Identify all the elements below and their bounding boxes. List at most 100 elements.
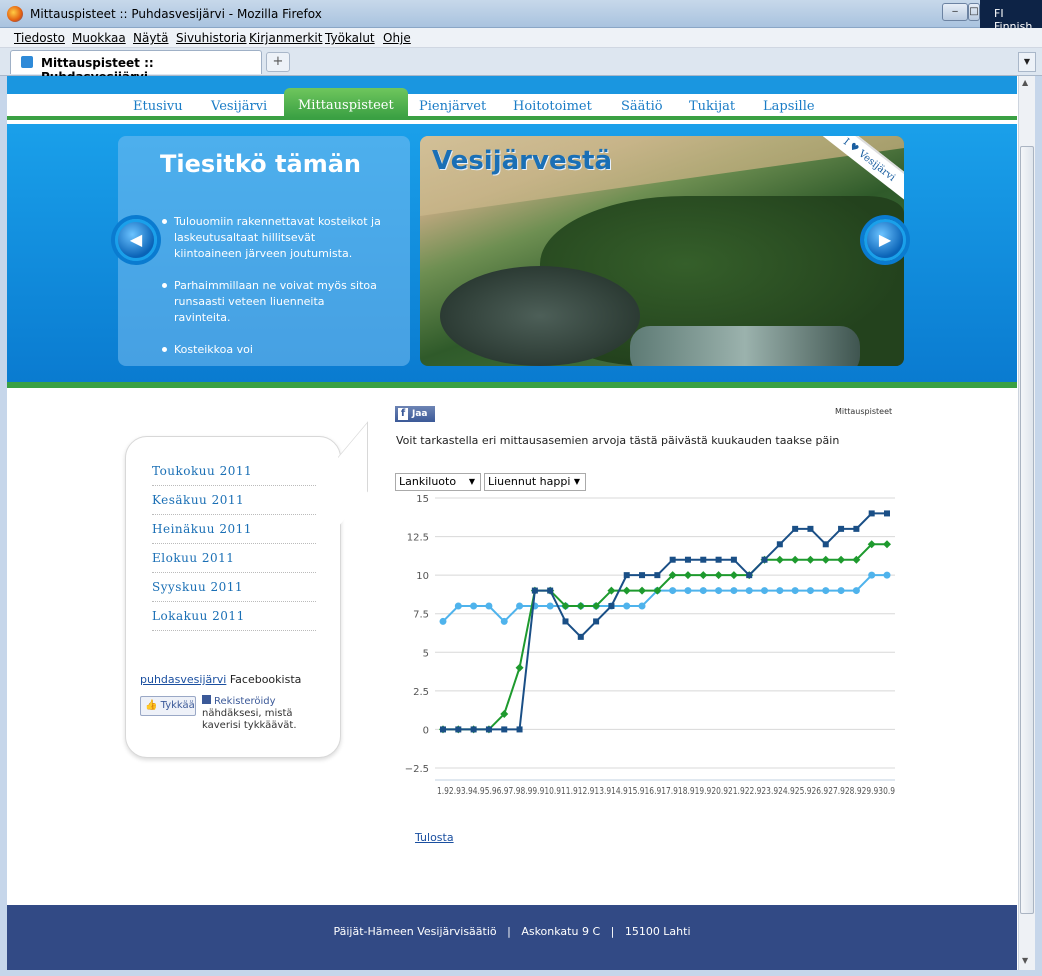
data-point (593, 618, 600, 625)
data-point (791, 587, 799, 595)
did-you-know-title: Tiesitkö tämän (160, 150, 361, 178)
like-button-label: Tykkää (160, 700, 195, 711)
data-point (516, 726, 523, 733)
data-point (730, 587, 738, 595)
next-slide-button[interactable]: ▶ (864, 219, 906, 261)
data-point (884, 510, 890, 517)
y-tick-label: 0 (423, 725, 429, 736)
chevron-down-icon: ▼ (468, 477, 475, 486)
data-point (806, 555, 815, 564)
facebook-page-link[interactable]: puhdasvesijärvi (140, 673, 226, 686)
data-point (683, 571, 692, 580)
previous-slide-button[interactable]: ◀ (115, 219, 157, 261)
vertical-scrollbar[interactable]: ▲ ▼ (1018, 76, 1035, 970)
did-you-know-list: Tulouomiin rakennettavat kosteikot ja la… (162, 214, 384, 366)
menu-muokkaa[interactable]: Muokkaa (72, 31, 126, 45)
month-link-toukokuu[interactable]: Toukokuu 2011 (152, 457, 316, 486)
footer-text: Päijät-Hämeen Vesijärvisäätiö | Askonkat… (333, 925, 691, 938)
data-point (868, 571, 876, 579)
data-point (638, 602, 646, 610)
tab-mittauspisteet[interactable]: Mittauspisteet :: Puhdasvesijärvi (10, 50, 262, 84)
window-frame-left (0, 76, 7, 970)
data-point (868, 510, 875, 517)
month-link-heinakuu[interactable]: Heinäkuu 2011 (152, 515, 316, 544)
y-tick-label: 12.5 (407, 533, 429, 544)
nav-hoitotoimet[interactable]: Hoitotoimet (513, 99, 592, 114)
data-point (638, 586, 647, 595)
language-indicator[interactable]: FI Finnish (980, 0, 1042, 33)
data-point (485, 602, 493, 610)
menubar: Tiedosto Muokkaa Näytä Sivuhistoria Kirj… (0, 28, 1042, 48)
data-point (822, 587, 830, 595)
menu-kirjanmerkit[interactable]: Kirjanmerkit (249, 31, 322, 45)
scroll-down-arrow-icon[interactable]: ▼ (1022, 956, 1028, 965)
month-link-syyskuu[interactable]: Syyskuu 2011 (152, 573, 316, 602)
window-frame-right (1035, 76, 1042, 976)
data-point (700, 556, 707, 563)
site-footer: Päijät-Hämeen Vesijärvisäätiö | Askonkat… (7, 905, 1017, 970)
register-link[interactable]: Rekisteröidy (214, 696, 276, 707)
like-button[interactable]: 👍 Tykkää (140, 696, 196, 716)
data-point (455, 726, 462, 733)
nav-pienjarvet[interactable]: Pienjärvet (419, 99, 486, 114)
month-link-kesakuu[interactable]: Kesäkuu 2011 (152, 486, 316, 515)
facebook-share-button[interactable]: f Jaa (395, 406, 435, 422)
month-link-elokuu[interactable]: Elokuu 2011 (152, 544, 316, 573)
data-point (883, 571, 891, 579)
tab-list-dropdown-button[interactable]: ▼ (1018, 52, 1036, 72)
data-point (684, 587, 692, 595)
nav-lapsille[interactable]: Lapsille (763, 99, 815, 114)
new-tab-button[interactable]: + (266, 52, 290, 72)
data-point (501, 726, 508, 733)
data-point (531, 587, 538, 594)
data-point (516, 602, 524, 610)
y-tick-label: 5 (423, 648, 429, 659)
data-point (838, 525, 845, 532)
window-titlebar: Mittauspisteet :: Puhdasvesijärvi - Mozi… (0, 0, 1042, 33)
arrow-left-icon: ◀ (129, 230, 143, 249)
data-point (576, 602, 585, 610)
data-point (622, 586, 631, 595)
menu-sivuhistoria[interactable]: Sivuhistoria (176, 31, 247, 45)
menu-nayta[interactable]: Näytä (133, 31, 169, 45)
archive-bubble: Toukokuu 2011 Kesäkuu 2011 Heinäkuu 2011… (125, 421, 368, 758)
bubble-tail (338, 421, 368, 527)
maximize-button[interactable]: □ (968, 3, 980, 21)
data-point (883, 540, 891, 549)
data-point (515, 663, 524, 672)
data-point (669, 556, 676, 563)
print-link[interactable]: Tulosta (415, 831, 454, 844)
data-point (806, 587, 814, 595)
y-tick-label: 2.5 (413, 687, 429, 698)
scrollbar-thumb[interactable] (1020, 146, 1034, 914)
data-point (654, 572, 661, 579)
data-point (639, 572, 646, 579)
nav-mittauspisteet[interactable]: Mittauspisteet (284, 88, 408, 118)
nav-tukijat[interactable]: Tukijat (689, 99, 735, 114)
x-tick-labels: 1.92.93.94.95.96.97.98.99.910.911.912.91… (437, 786, 895, 797)
data-point (440, 726, 446, 733)
y-tick-label: −2.5 (405, 764, 429, 775)
nav-saatio[interactable]: Säätiö (621, 99, 663, 114)
data-point (699, 571, 708, 580)
data-point (623, 602, 631, 610)
month-link-lokakuu[interactable]: Lokakuu 2011 (152, 602, 316, 631)
intro-text: Voit tarkastella eri mittausasemien arvo… (396, 434, 840, 447)
data-point (761, 556, 768, 563)
register-text: nähdäksesi, mistä kaverisi tykkäävät. (202, 708, 297, 731)
page-content: Etusivu Vesijärvi Mittauspisteet Pienjär… (7, 76, 1017, 970)
data-point (485, 726, 492, 733)
menu-tiedosto[interactable]: Tiedosto (14, 31, 65, 45)
data-point (684, 556, 691, 563)
data-point (439, 617, 447, 625)
menu-tyokalut[interactable]: Työkalut (325, 31, 375, 45)
minimize-button[interactable]: ‒ (942, 3, 968, 21)
data-point (714, 571, 723, 580)
y-tick-label: 10 (416, 571, 429, 582)
menu-ohje[interactable]: Ohje (383, 31, 411, 45)
scroll-up-arrow-icon[interactable]: ▲ (1022, 78, 1028, 87)
site-favicon-icon (21, 56, 33, 68)
data-point (730, 556, 737, 563)
nav-etusivu[interactable]: Etusivu (133, 99, 183, 114)
nav-vesijarvi[interactable]: Vesijärvi (211, 99, 267, 114)
